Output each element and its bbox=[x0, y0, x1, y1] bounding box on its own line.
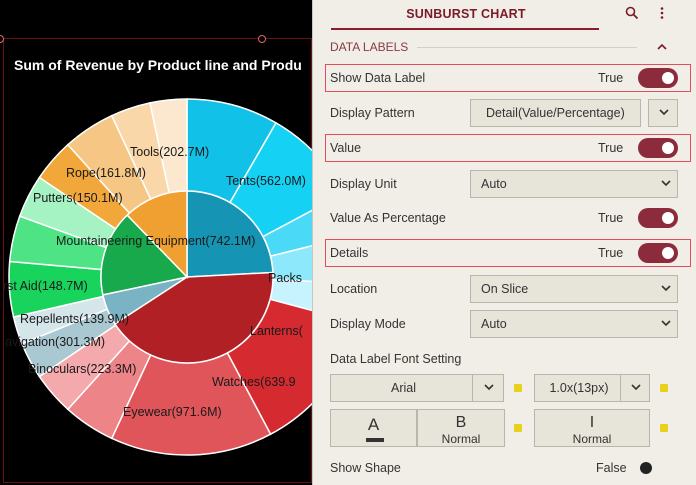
row-font-setting: Data Label Font Setting bbox=[313, 344, 696, 374]
location-value: On Slice bbox=[481, 282, 529, 296]
more-vertical-icon[interactable] bbox=[652, 5, 672, 25]
value-toggle[interactable] bbox=[638, 138, 678, 158]
slice-label: Eyewear(971.6M) bbox=[123, 405, 222, 419]
font-weight-glyph: B bbox=[455, 414, 467, 431]
panel-title-underline bbox=[331, 28, 599, 30]
display-unit-label: Display Unit bbox=[330, 177, 397, 191]
show-data-label-label: Show Data Label bbox=[330, 71, 426, 85]
location-label: Location bbox=[330, 282, 378, 296]
font-setting-label: Data Label Font Setting bbox=[330, 352, 462, 366]
panel-title: SUNBURST CHART bbox=[406, 7, 526, 21]
row-display-pattern: Display Pattern Detail(Value/Percentage) bbox=[313, 98, 696, 128]
slice-label: Lanterns( bbox=[250, 324, 304, 338]
slice-label: Tents(562.0M) bbox=[226, 174, 306, 188]
show-shape-toggle[interactable] bbox=[638, 458, 678, 478]
slice-label: avigation(301.3M) bbox=[5, 335, 105, 349]
search-icon[interactable] bbox=[622, 5, 642, 25]
chevron-up-icon[interactable] bbox=[653, 36, 671, 58]
display-mode-value: Auto bbox=[481, 317, 507, 331]
font-style-value: Normal bbox=[572, 432, 612, 446]
font-size-dropdown-button[interactable] bbox=[620, 374, 650, 402]
row-value: Value True bbox=[313, 133, 696, 163]
slice-label: rst Aid(148.7M) bbox=[3, 279, 88, 293]
row-show-shape: Show Shape False bbox=[313, 453, 696, 483]
font-weight-button[interactable]: B Normal bbox=[417, 409, 505, 447]
font-style-glyph: I bbox=[589, 414, 595, 431]
font-family-dropdown-button[interactable] bbox=[472, 374, 504, 402]
slice-label: Rope(161.8M) bbox=[66, 166, 146, 180]
chevron-down-icon bbox=[661, 311, 671, 337]
font-size-value: 1.0x(13px) bbox=[549, 381, 609, 395]
row-display-unit: Display Unit Auto bbox=[313, 169, 696, 199]
slice-label: Packs bbox=[268, 271, 302, 285]
inner-slice-label: Mountaineering Equipment(742.1M) bbox=[56, 234, 255, 248]
display-unit-select[interactable]: Auto bbox=[470, 170, 678, 198]
value-as-percentage-toggle[interactable] bbox=[638, 208, 678, 228]
location-select[interactable]: On Slice bbox=[470, 275, 678, 303]
value-label: Value bbox=[330, 141, 362, 155]
show-shape-label: Show Shape bbox=[330, 461, 401, 475]
display-mode-select[interactable]: Auto bbox=[470, 310, 678, 338]
font-weight-value: Normal bbox=[441, 432, 481, 446]
slice-label: Tools(202.7M) bbox=[130, 145, 209, 159]
slice-label: Putters(150.1M) bbox=[33, 191, 123, 205]
chart-title: Sum of Revenue by Product line and Produ bbox=[14, 57, 302, 73]
display-pattern-label: Display Pattern bbox=[330, 106, 415, 120]
row-details: Details True bbox=[313, 238, 696, 268]
panel-header: SUNBURST CHART bbox=[313, 0, 696, 30]
details-toggle[interactable] bbox=[638, 243, 678, 263]
row-location: Location On Slice bbox=[313, 274, 696, 304]
font-style-color-swatch[interactable] bbox=[660, 424, 668, 432]
section-data-labels[interactable]: DATA LABELS bbox=[313, 36, 696, 58]
chevron-down-icon bbox=[631, 375, 641, 401]
font-color-glyph: A bbox=[367, 415, 380, 434]
font-size-color-swatch[interactable] bbox=[660, 384, 668, 392]
display-pattern-select[interactable]: Detail(Value/Percentage) bbox=[470, 99, 641, 127]
show-shape-value: False bbox=[596, 461, 627, 475]
font-style-button[interactable]: I Normal bbox=[534, 409, 650, 447]
section-title: DATA LABELS bbox=[330, 40, 409, 54]
show-data-label-toggle[interactable] bbox=[638, 68, 678, 88]
row-value-as-percentage: Value As Percentage True bbox=[313, 203, 696, 233]
section-divider bbox=[417, 47, 637, 48]
value-as-percentage-value: True bbox=[598, 211, 624, 225]
font-color-button[interactable]: A bbox=[330, 409, 417, 447]
slice-label: Repellents(139.9M) bbox=[20, 312, 129, 326]
display-pattern-dropdown-button[interactable] bbox=[648, 99, 678, 127]
value-value: True bbox=[598, 141, 624, 155]
display-pattern-value: Detail(Value/Percentage) bbox=[486, 106, 625, 120]
chart-canvas[interactable]: Tools(202.7M) Rope(161.8M) Putters(150.1M)… bbox=[0, 0, 312, 485]
row-show-data-label: Show Data Label True bbox=[313, 63, 696, 93]
display-mode-label: Display Mode bbox=[330, 317, 406, 331]
font-color-bar bbox=[366, 438, 384, 442]
show-data-label-value: True bbox=[598, 71, 624, 85]
properties-panel: SUNBURST CHART DATA LABELS Show Data Lab… bbox=[312, 0, 696, 485]
slice-label: Binoculars(223.3M) bbox=[28, 362, 136, 376]
details-value: True bbox=[598, 246, 624, 260]
value-as-percentage-label: Value As Percentage bbox=[330, 211, 446, 225]
font-family-value: Arial bbox=[390, 381, 416, 395]
details-label: Details bbox=[330, 246, 369, 260]
font-weight-color-swatch[interactable] bbox=[514, 424, 522, 432]
display-unit-value: Auto bbox=[481, 177, 507, 191]
font-family-color-swatch[interactable] bbox=[514, 384, 522, 392]
chevron-down-icon bbox=[661, 171, 671, 197]
chevron-down-icon bbox=[659, 100, 669, 126]
row-display-mode: Display Mode Auto bbox=[313, 309, 696, 339]
chevron-down-icon bbox=[484, 375, 494, 401]
slice-label: Watches(639.9 bbox=[212, 375, 296, 389]
chevron-down-icon bbox=[661, 276, 671, 302]
